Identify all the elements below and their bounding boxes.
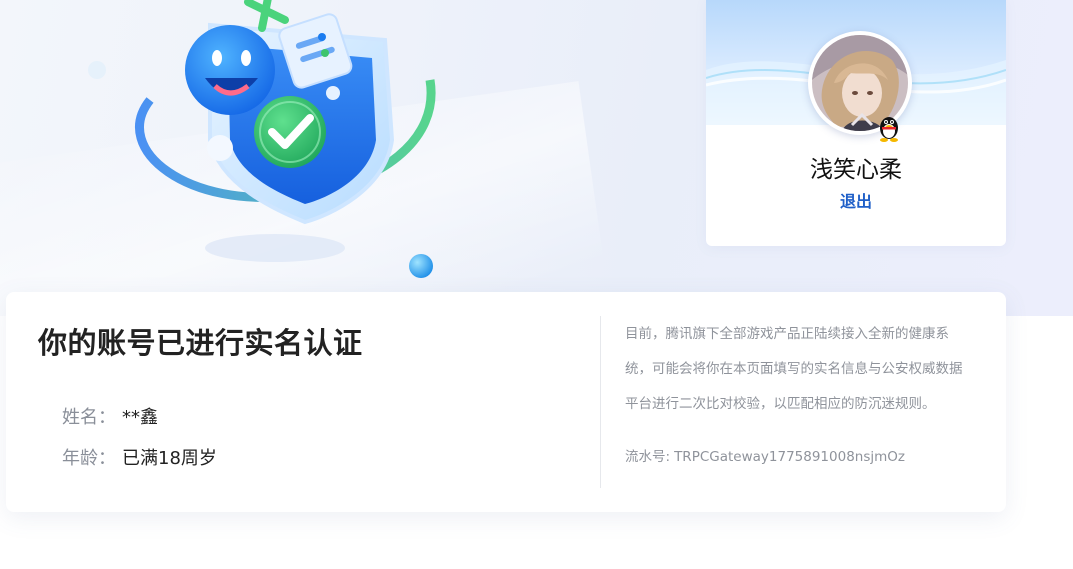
serial-number: 流水号: TRPCGateway1775891008nsjmOz xyxy=(625,445,905,465)
name-row: 姓名： **鑫 xyxy=(62,403,158,429)
page-title: 你的账号已进行实名认证 xyxy=(38,326,363,360)
name-label: 姓名： xyxy=(62,407,116,428)
logout-link[interactable]: 退出 xyxy=(706,188,1006,212)
verification-card: 你的账号已进行实名认证 姓名： **鑫 年龄： 已满18周岁 目前，腾讯旗下全部游戏… xyxy=(6,292,1006,512)
age-label: 年龄： xyxy=(62,448,116,469)
age-row: 年龄： 已满18周岁 xyxy=(62,444,217,470)
serial-value: TRPCGateway1775891008nsjmOz xyxy=(674,449,905,465)
serial-label: 流水号: xyxy=(625,449,671,465)
qq-penguin-icon xyxy=(880,117,898,142)
profile-card: 浅笑心柔 退出 xyxy=(706,0,1006,246)
notice-text: 目前，腾讯旗下全部游戏产品正陆续接入全新的健康系统，可能会将你在本页面填写的实名… xyxy=(625,326,963,412)
name-value: **鑫 xyxy=(122,407,158,428)
vertical-divider xyxy=(600,316,601,488)
username: 浅笑心柔 xyxy=(810,157,902,183)
age-value: 已满18周岁 xyxy=(122,448,217,469)
shield-check-illustration xyxy=(88,0,436,278)
